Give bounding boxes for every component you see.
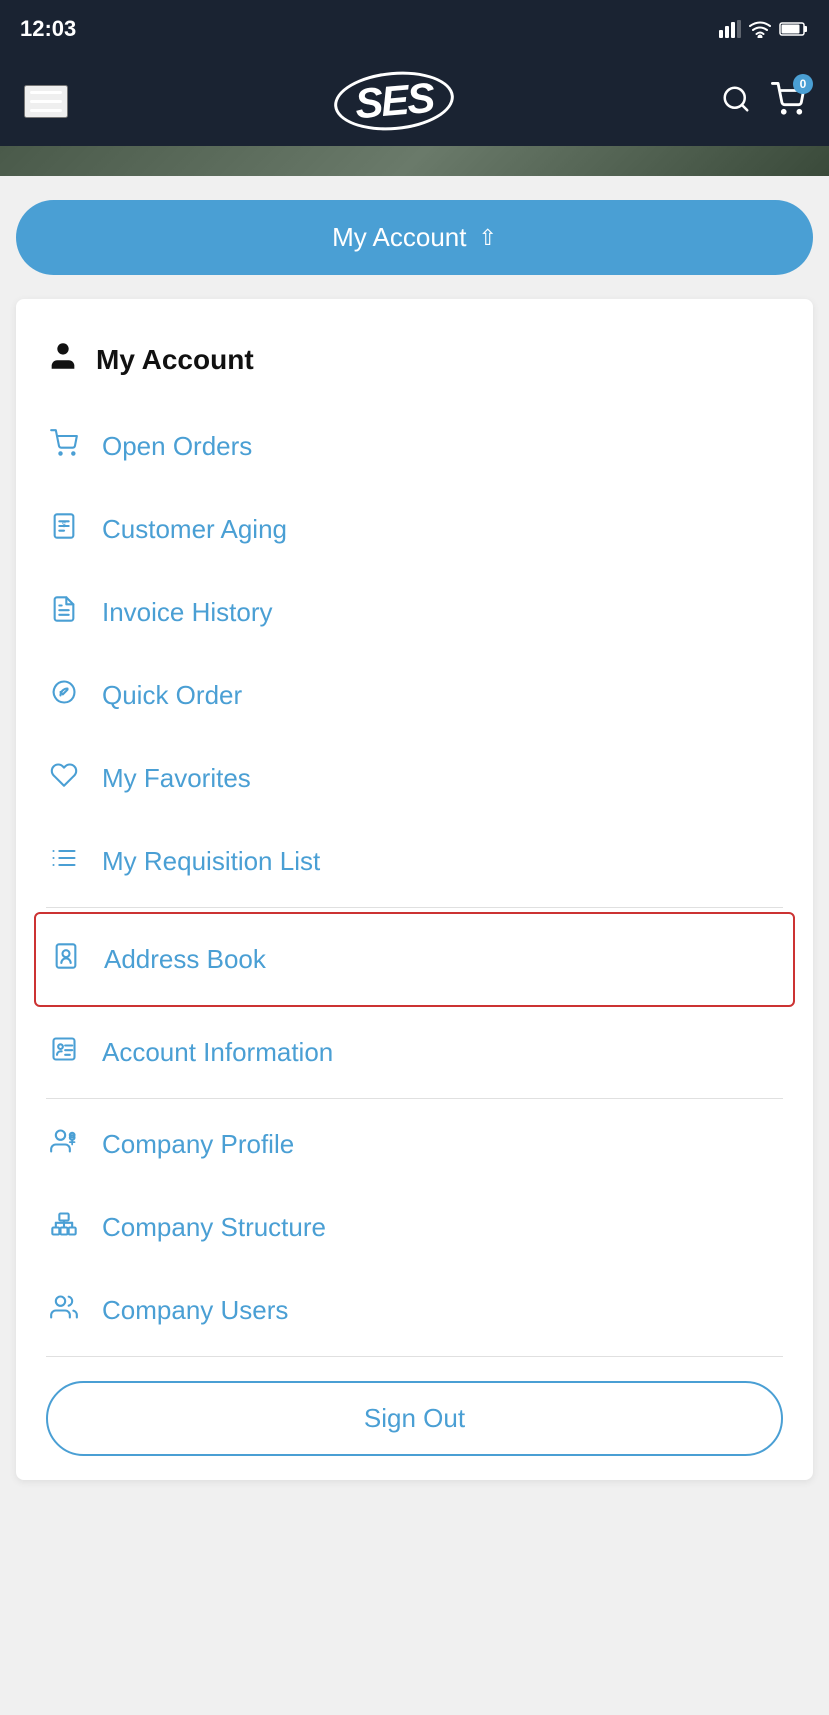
hamburger-line-2	[30, 100, 62, 103]
company-profile-icon	[46, 1127, 82, 1162]
account-person-icon	[46, 339, 80, 381]
company-users-item[interactable]: Company Users	[46, 1269, 783, 1352]
sign-out-label: Sign Out	[364, 1403, 465, 1433]
company-users-label: Company Users	[102, 1295, 288, 1326]
cart-button[interactable]: 0	[771, 82, 805, 121]
customer-aging-item[interactable]: $ Customer Aging	[46, 488, 783, 571]
my-account-button-label: My Account	[332, 222, 466, 253]
sign-out-button[interactable]: Sign Out	[46, 1381, 783, 1456]
account-header-label: My Account	[96, 344, 254, 376]
quick-order-label: Quick Order	[102, 680, 242, 711]
logo-text: SES	[354, 74, 436, 128]
menu-card: My Account Open Orders $	[16, 299, 813, 1480]
company-users-icon	[46, 1293, 82, 1328]
wifi-icon	[749, 20, 771, 38]
invoice-history-item[interactable]: Invoice History	[46, 571, 783, 654]
my-favorites-item[interactable]: My Favorites	[46, 737, 783, 820]
status-time: 12:03	[20, 16, 76, 42]
search-icon	[721, 84, 751, 114]
header: SES 0	[0, 56, 829, 146]
signal-icon	[719, 20, 741, 38]
my-favorites-icon	[46, 761, 82, 796]
battery-icon	[779, 21, 809, 37]
divider-3	[46, 1356, 783, 1357]
divider-2	[46, 1098, 783, 1099]
header-right: 0	[721, 82, 805, 121]
company-structure-icon	[46, 1210, 82, 1245]
company-profile-item[interactable]: Company Profile	[46, 1103, 783, 1186]
cart-badge: 0	[793, 74, 813, 94]
svg-text:$: $	[62, 522, 66, 529]
search-button[interactable]	[721, 84, 751, 119]
my-favorites-label: My Favorites	[102, 763, 251, 794]
address-book-label: Address Book	[104, 944, 266, 975]
chevron-up-icon: ⇧	[478, 225, 496, 251]
company-structure-label: Company Structure	[102, 1212, 326, 1243]
invoice-history-icon	[46, 595, 82, 630]
page-content: My Account ⇧ My Account Open Order	[0, 176, 829, 1715]
hamburger-line-3	[30, 109, 62, 112]
account-information-label: Account Information	[102, 1037, 333, 1068]
requisition-list-icon	[46, 844, 82, 879]
hero-area	[0, 146, 829, 176]
my-requisition-list-item[interactable]: My Requisition List	[46, 820, 783, 903]
my-account-button[interactable]: My Account ⇧	[16, 200, 813, 275]
address-book-icon	[48, 942, 84, 977]
invoice-history-label: Invoice History	[102, 597, 273, 628]
quick-order-item[interactable]: Quick Order	[46, 654, 783, 737]
company-profile-label: Company Profile	[102, 1129, 294, 1160]
hamburger-line-1	[30, 91, 62, 94]
open-orders-item[interactable]: Open Orders	[46, 405, 783, 488]
divider-1	[46, 907, 783, 908]
customer-aging-icon: $	[46, 512, 82, 547]
quick-order-icon	[46, 678, 82, 713]
logo[interactable]: SES	[334, 72, 454, 130]
hamburger-button[interactable]	[24, 85, 68, 118]
company-structure-item[interactable]: Company Structure	[46, 1186, 783, 1269]
status-icons	[719, 20, 809, 38]
status-bar: 12:03	[0, 0, 829, 56]
open-orders-icon	[46, 429, 82, 464]
my-requisition-list-label: My Requisition List	[102, 846, 320, 877]
open-orders-label: Open Orders	[102, 431, 252, 462]
account-header: My Account	[46, 323, 783, 405]
customer-aging-label: Customer Aging	[102, 514, 287, 545]
account-information-item[interactable]: Account Information	[46, 1011, 783, 1094]
person-icon	[46, 339, 80, 373]
account-information-icon	[46, 1035, 82, 1070]
address-book-item[interactable]: Address Book	[48, 918, 781, 1001]
address-book-highlight: Address Book	[34, 912, 795, 1007]
